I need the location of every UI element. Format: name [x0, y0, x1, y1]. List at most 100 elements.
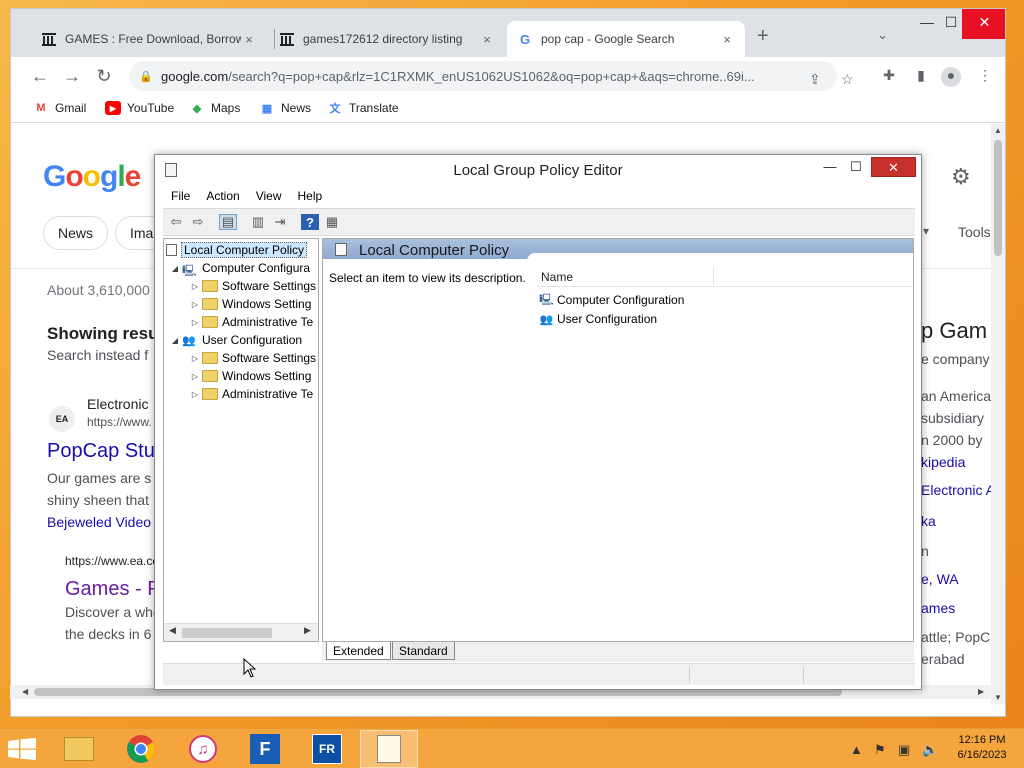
bookmark-youtube[interactable]: ▶ YouTube: [105, 101, 174, 115]
collapsed-triangle-icon[interactable]: ▷: [190, 300, 200, 309]
collapsed-triangle-icon[interactable]: ▷: [190, 354, 200, 363]
kp-ea-link[interactable]: Electronic A: [921, 482, 993, 498]
show-hide-tree-icon[interactable]: ▤: [219, 214, 237, 230]
scroll-left-arrow-icon[interactable]: ◀: [22, 687, 28, 696]
url-text[interactable]: google.com/search?q=pop+cap&rlz=1C1RXMK_…: [161, 69, 801, 84]
action-pane-icon[interactable]: ▦: [323, 214, 341, 230]
scroll-left-arrow-icon[interactable]: ◀: [169, 625, 176, 636]
windows-start-icon[interactable]: [8, 738, 36, 760]
forward-arrow-icon[interactable]: →: [59, 63, 85, 89]
menu-view[interactable]: View: [256, 189, 282, 203]
menu-action[interactable]: Action: [206, 189, 239, 203]
side-panel-icon[interactable]: ▮: [911, 67, 931, 87]
back-arrow-icon[interactable]: ←: [27, 63, 53, 89]
profile-avatar-icon[interactable]: ●: [941, 67, 961, 87]
bookmark-maps[interactable]: ◆ Maps: [189, 101, 241, 115]
tab-games-archive[interactable]: GAMES : Free Download, Borrow ×: [31, 21, 267, 57]
gpe-title-bar[interactable]: Local Group Policy Editor — ☐ ✕: [155, 155, 921, 185]
share-icon[interactable]: ⇪: [809, 71, 821, 88]
list-item-user-configuration[interactable]: 👥 User Configuration: [539, 310, 657, 328]
tab-close-icon[interactable]: ×: [479, 32, 495, 47]
tree-horizontal-scrollbar[interactable]: ◀ ▶: [164, 623, 318, 641]
tree-node-windows-settings[interactable]: ▷ Windows Setting: [190, 295, 311, 313]
search-instead-link[interactable]: Search instead f: [47, 347, 148, 363]
bookmark-translate[interactable]: 文 Translate: [327, 101, 399, 115]
kp-link[interactable]: ka: [921, 513, 936, 529]
popcap-studio-link[interactable]: PopCap Stu: [47, 440, 155, 463]
help-icon[interactable]: ?: [301, 214, 319, 230]
games-link[interactable]: Games - P: [65, 578, 161, 601]
minimize-button[interactable]: —: [817, 157, 843, 177]
show-hidden-icons-chevron-icon[interactable]: ▲: [850, 742, 863, 757]
google-logo[interactable]: Google: [43, 160, 141, 194]
close-button[interactable]: ✕: [871, 157, 916, 177]
tree-node-administrative-templates[interactable]: ▷ Administrative Te: [190, 313, 313, 331]
collapsed-triangle-icon[interactable]: ▷: [190, 390, 200, 399]
close-button[interactable]: ✕: [962, 9, 1005, 39]
wikipedia-link[interactable]: kipedia: [921, 454, 965, 470]
tools-button[interactable]: Tools: [958, 224, 991, 240]
volume-icon[interactable]: 🔈: [922, 742, 938, 758]
forward-arrow-icon[interactable]: ⇨: [189, 214, 207, 230]
back-arrow-icon[interactable]: ⇦: [167, 214, 185, 230]
tree-node-user-configuration[interactable]: ◢ 👥 User Configuration: [170, 331, 302, 349]
ea-site-name[interactable]: Electronic: [87, 396, 148, 412]
bejeweled-link[interactable]: Bejeweled Video: [47, 514, 151, 530]
reload-icon[interactable]: ↻: [91, 63, 117, 89]
collapsed-triangle-icon[interactable]: ▷: [190, 318, 200, 327]
taskbar-app-fr[interactable]: FR: [298, 730, 356, 768]
taskbar-app-f[interactable]: F: [236, 730, 294, 768]
scroll-up-arrow-icon[interactable]: ▲: [991, 126, 1005, 135]
expanded-triangle-icon[interactable]: ◢: [170, 336, 180, 345]
bookmark-star-icon[interactable]: ☆: [841, 71, 854, 88]
list-item-computer-configuration[interactable]: 🖳 Computer Configuration: [539, 291, 684, 309]
tree-node-windows-settings[interactable]: ▷ Windows Setting: [190, 367, 311, 385]
taskbar-group-policy-editor[interactable]: [360, 730, 418, 768]
kp-location-link[interactable]: e, WA: [921, 571, 959, 587]
tab-google-search[interactable]: G pop cap - Google Search ×: [507, 21, 745, 57]
tree-node-software-settings[interactable]: ▷ Software Settings: [190, 349, 316, 367]
collapsed-triangle-icon[interactable]: ▷: [190, 372, 200, 381]
properties-icon[interactable]: ▥: [249, 214, 267, 230]
new-tab-button[interactable]: +: [757, 25, 769, 48]
kp-games-link[interactable]: ames: [921, 600, 955, 616]
chevron-down-icon[interactable]: ▾: [923, 224, 929, 238]
scrollbar-thumb[interactable]: [994, 140, 1002, 256]
network-icon[interactable]: ▣: [898, 742, 910, 758]
tab-close-icon[interactable]: ×: [719, 32, 735, 47]
tree-node-local-computer-policy[interactable]: Local Computer Policy: [166, 241, 308, 259]
tab-extended[interactable]: Extended: [326, 642, 391, 660]
action-center-flag-icon[interactable]: ⚑: [874, 742, 886, 758]
taskbar-file-explorer[interactable]: [50, 730, 108, 768]
column-name[interactable]: Name: [541, 270, 573, 284]
menu-file[interactable]: File: [171, 189, 190, 203]
scrollbar-thumb[interactable]: [182, 628, 272, 638]
tab-standard[interactable]: Standard: [392, 642, 455, 660]
export-list-icon[interactable]: ⇥: [271, 214, 289, 230]
scroll-right-arrow-icon[interactable]: ▶: [304, 625, 311, 636]
column-divider[interactable]: [713, 267, 714, 285]
taskbar-itunes[interactable]: ♫: [174, 730, 232, 768]
collapsed-triangle-icon[interactable]: ▷: [190, 282, 200, 291]
bookmark-gmail[interactable]: M Gmail: [33, 101, 86, 115]
tab-close-icon[interactable]: ×: [241, 32, 257, 47]
page-vertical-scrollbar[interactable]: ▲ ▼: [991, 124, 1005, 704]
taskbar-chrome[interactable]: [112, 730, 170, 768]
chip-news[interactable]: News: [43, 216, 109, 250]
menu-help[interactable]: Help: [298, 189, 323, 203]
menu-kebab-icon[interactable]: ⋮: [975, 67, 995, 87]
maximize-button[interactable]: ☐: [843, 157, 869, 177]
folder-icon: [202, 316, 218, 328]
settings-gear-icon[interactable]: ⚙: [951, 164, 971, 190]
tree-node-administrative-templates[interactable]: ▷ Administrative Te: [190, 385, 313, 403]
scroll-right-arrow-icon[interactable]: ▶: [978, 687, 984, 696]
tab-search-button[interactable]: ⌄: [877, 27, 888, 43]
tree-node-software-settings[interactable]: ▷ Software Settings: [190, 277, 316, 295]
system-clock[interactable]: 12:16 PM 6/16/2023: [944, 733, 1020, 763]
address-bar[interactable]: 🔒 google.com/search?q=pop+cap&rlz=1C1RXM…: [129, 61, 837, 91]
bookmark-news[interactable]: ▦ News: [259, 101, 311, 115]
tree-node-computer-configuration[interactable]: ◢ 🖳 Computer Configura: [170, 259, 310, 277]
tab-directory-listing[interactable]: games172612 directory listing ×: [269, 21, 505, 57]
expanded-triangle-icon[interactable]: ◢: [170, 264, 180, 273]
extensions-icon[interactable]: ✚: [879, 67, 899, 87]
